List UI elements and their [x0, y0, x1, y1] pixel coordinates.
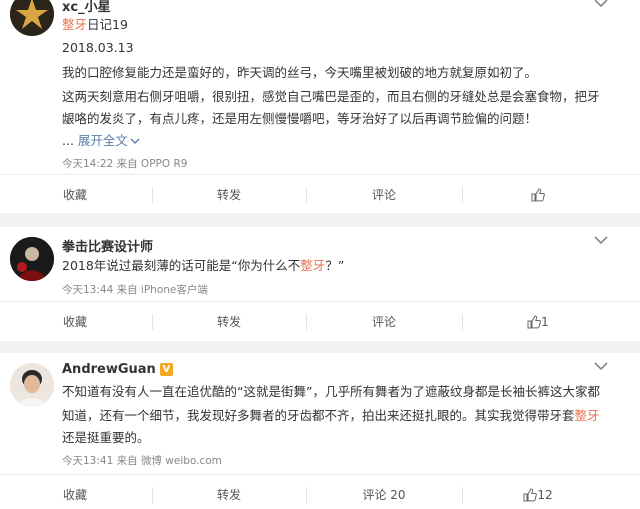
- favorite-button[interactable]: 收藏: [0, 175, 150, 215]
- post-separator: [0, 341, 640, 353]
- expand-row: ... 展开全文: [62, 128, 140, 154]
- thumbs-up-icon: [527, 315, 542, 329]
- favorite-label: 收藏: [62, 188, 87, 202]
- post-meta: 今天14:22 来自 OPPO R9: [62, 158, 188, 170]
- repost-label: 转发: [216, 315, 241, 329]
- post-time: 今天13:41 来自: [62, 455, 141, 467]
- repost-label: 转发: [216, 188, 241, 202]
- ellipsis: ...: [62, 133, 74, 148]
- repost-button[interactable]: 转发: [153, 475, 305, 509]
- post-text: 2018年说过最刻薄的话可能是“你为什么不整牙？”: [62, 253, 344, 279]
- username[interactable]: AndrewGuan V: [62, 362, 173, 377]
- keyword-link[interactable]: 整牙: [575, 408, 600, 423]
- thumbs-up-icon: [523, 488, 538, 502]
- like-button[interactable]: 1: [463, 302, 613, 342]
- repost-button[interactable]: 转发: [153, 302, 305, 342]
- comment-label: 评论: [371, 315, 396, 329]
- avatar[interactable]: [10, 237, 54, 281]
- username-text: AndrewGuan: [62, 362, 156, 377]
- keyword-link[interactable]: 整牙: [300, 258, 325, 273]
- avatar-star-icon: [10, 0, 54, 36]
- chevron-down-icon[interactable]: [594, 0, 608, 8]
- post-line-1: 不知道有没有人一直在追优酷的“这就是街舞”，几乎所有舞者为了遮蔽纹身都是长袖长裤…: [62, 384, 600, 399]
- post-text-part: 2018年说过最刻薄的话可能是“你为什么不: [62, 258, 301, 273]
- like-button[interactable]: [463, 175, 613, 215]
- comment-button[interactable]: 评论: [307, 302, 461, 342]
- comment-button[interactable]: 评论 20: [307, 475, 461, 509]
- comment-label: 评论 20: [362, 488, 406, 502]
- post-line-3: 还是挺重要的。: [62, 430, 150, 445]
- weibo-post-3: AndrewGuan V 不知道有没有人一直在追优酷的“这就是街舞”，几乎所有舞者…: [0, 353, 640, 509]
- post-text-part: 知道，还有一个细节，我发现好多舞者的牙齿都不齐，拍出来还挺扎眼的。其实我觉得带牙…: [62, 408, 575, 423]
- action-bar: 收藏 转发 评论: [0, 174, 640, 214]
- chevron-down-icon[interactable]: [594, 361, 608, 371]
- post-line-1: 我的口腔修复能力还是蛮好的，昨天调的丝弓，今天嘴里被划破的地方就复原如初了。: [62, 65, 538, 80]
- favorite-label: 收藏: [62, 315, 87, 329]
- keyword-link[interactable]: 整牙: [62, 17, 87, 32]
- like-button[interactable]: 12: [463, 475, 613, 509]
- favorite-button[interactable]: 收藏: [0, 475, 150, 509]
- avatar-boxer-icon: [10, 237, 54, 281]
- expand-full-text-link[interactable]: 展开全文: [78, 133, 128, 148]
- repost-label: 转发: [216, 488, 241, 502]
- comment-button[interactable]: 评论: [307, 175, 461, 215]
- action-bar: 收藏 转发 评论 20 12: [0, 474, 640, 509]
- chevron-down-icon[interactable]: [594, 235, 608, 245]
- post-text-part: ？”: [325, 258, 345, 273]
- verified-badge-icon: V: [159, 363, 173, 376]
- post-separator: [0, 213, 640, 227]
- favorite-button[interactable]: 收藏: [0, 302, 150, 342]
- like-count: 1: [541, 315, 549, 329]
- comment-label: 评论: [371, 188, 396, 202]
- weibo-post-2: 拳击比赛设计师 2018年说过最刻薄的话可能是“你为什么不整牙？” 今天13:4…: [0, 227, 640, 341]
- post-title-rest: 日记19: [87, 17, 128, 32]
- avatar-person-icon: [10, 363, 54, 407]
- chevron-down-icon: [130, 138, 140, 144]
- avatar[interactable]: [10, 363, 54, 407]
- action-bar: 收藏 转发 评论 1: [0, 301, 640, 341]
- post-meta: 今天13:41 来自 微博 weibo.com: [62, 453, 222, 468]
- repost-button[interactable]: 转发: [153, 175, 305, 215]
- thumbs-up-icon: [531, 188, 545, 202]
- post-date: 2018.03.13: [62, 40, 134, 55]
- post-source-link[interactable]: 微博 weibo.com: [141, 455, 222, 467]
- post-meta: 今天13:44 来自 iPhone客户端: [62, 284, 208, 296]
- weibo-post-1: xc_小星 整牙日记19 2018.03.13 我的口腔修复能力还是蛮好的，昨天…: [0, 0, 640, 212]
- favorite-label: 收藏: [62, 488, 87, 502]
- avatar[interactable]: [10, 0, 54, 36]
- like-count: 12: [537, 488, 553, 502]
